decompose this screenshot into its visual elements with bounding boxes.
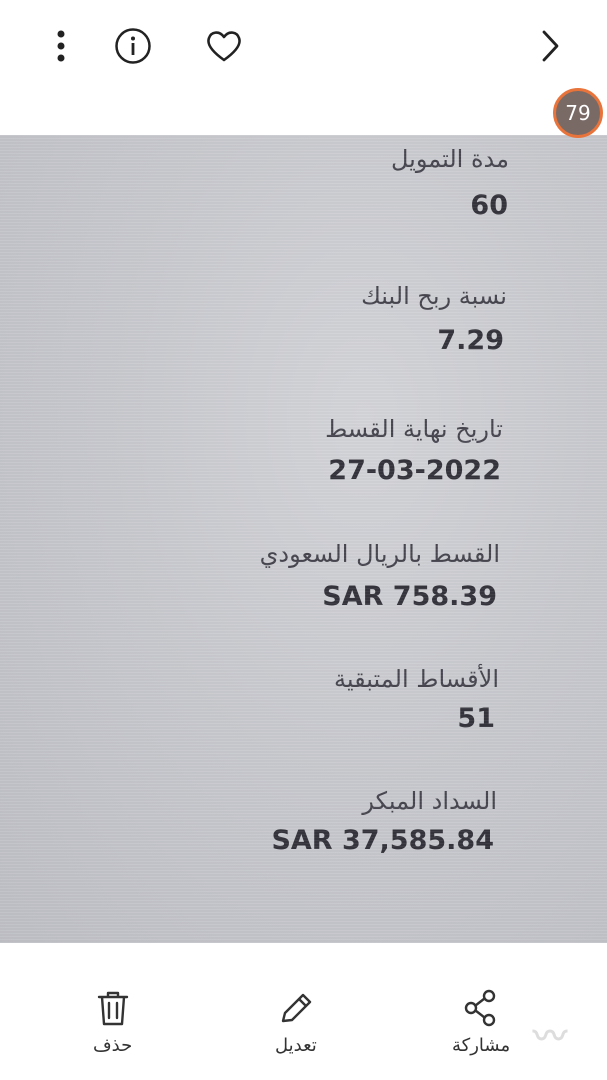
heart-icon	[207, 31, 241, 62]
delete-button[interactable]: حذف	[93, 989, 132, 1056]
more-vertical-icon	[57, 30, 65, 62]
chevron-right-icon	[542, 30, 559, 62]
field-label-remaining: الأقساط المتبقية	[334, 665, 499, 693]
field-value-early-payment: SAR 37,585.84	[271, 825, 494, 856]
trash-icon	[97, 991, 128, 1026]
field-value-remaining: 51	[457, 703, 495, 734]
top-bar	[0, 0, 607, 135]
favorite-button[interactable]	[202, 24, 246, 68]
delete-label: حذف	[93, 1035, 133, 1056]
field-value-installment: SAR 758.39	[322, 581, 497, 612]
pencil-icon	[281, 993, 312, 1023]
share-icon	[464, 989, 496, 1027]
forward-button[interactable]	[528, 24, 572, 68]
edit-button[interactable]: تعديل	[275, 991, 317, 1056]
field-value-end-date: 27-03-2022	[328, 455, 501, 486]
field-label-profit-rate: نسبة ربح البنك	[361, 282, 507, 310]
field-value-profit-rate: 7.29	[437, 325, 504, 356]
more-options-button[interactable]	[39, 24, 83, 68]
field-value-duration: 60	[470, 190, 508, 221]
watermark-logo: 〰	[533, 1017, 567, 1057]
info-button[interactable]	[111, 24, 155, 68]
bottom-action-bar: حذف تعديل مشاركة 〰	[0, 943, 607, 1080]
share-label: مشاركة	[452, 1035, 511, 1056]
info-icon	[115, 28, 151, 64]
edit-label: تعديل	[275, 1035, 317, 1056]
photo-viewer[interactable]: مدة التمويل 60 نسبة ربح البنك 7.29 تاريخ…	[0, 135, 607, 943]
share-button[interactable]: مشاركة	[452, 989, 510, 1056]
notification-badge: 79	[553, 88, 603, 138]
field-label-end-date: تاريخ نهاية القسط	[325, 415, 503, 443]
field-label-duration: مدة التمويل	[390, 145, 509, 173]
field-label-early-payment: السداد المبكر	[362, 787, 497, 815]
field-label-installment: القسط بالريال السعودي	[259, 540, 500, 568]
